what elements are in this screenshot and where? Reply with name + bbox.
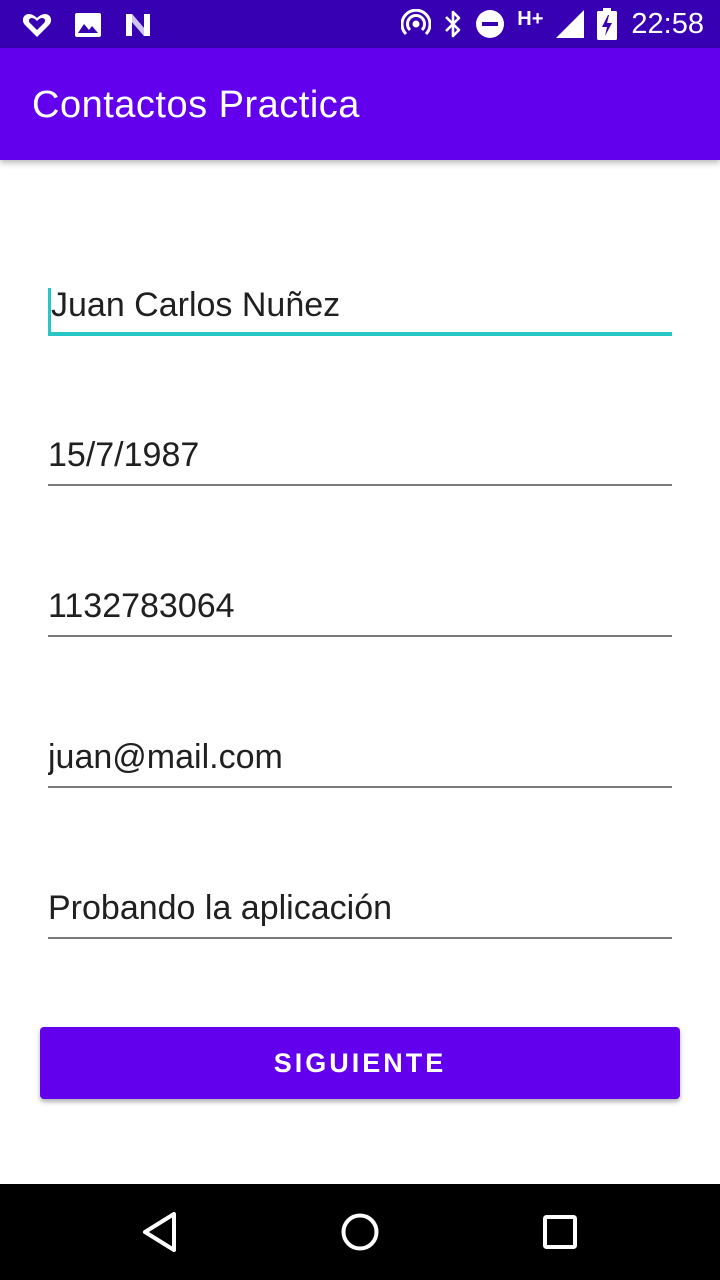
phone-field-container: [48, 577, 672, 637]
status-time: 22:58: [631, 8, 704, 40]
battery-charging-icon: [597, 8, 618, 40]
system-icons: H+ 22:58: [401, 8, 704, 40]
email-input[interactable]: [48, 728, 672, 786]
heart-app-icon: [22, 12, 52, 38]
description-input-underline: [48, 937, 672, 939]
phone-input-underline: [48, 635, 672, 637]
signal-icon: [555, 9, 585, 39]
name-input[interactable]: [48, 276, 672, 334]
birthdate-input[interactable]: [48, 426, 672, 484]
app-bar: Contactos Practica: [0, 48, 720, 160]
navigation-bar: [0, 1184, 720, 1280]
next-button[interactable]: SIGUIENTE: [40, 1027, 680, 1099]
recents-icon: [543, 1215, 577, 1249]
text-cursor: [48, 288, 51, 336]
recents-button[interactable]: [536, 1208, 584, 1256]
screen: H+ 22:58 Contactos Practica Juan Carlos …: [0, 0, 720, 1280]
home-button[interactable]: [336, 1208, 384, 1256]
app-title: Contactos Practica: [32, 84, 360, 126]
n-app-icon: [124, 12, 152, 38]
notification-icons: [22, 10, 152, 40]
birthdate-input-underline: [48, 484, 672, 486]
back-icon: [143, 1212, 176, 1252]
image-icon: [74, 12, 102, 38]
bluetooth-icon: [443, 9, 463, 39]
network-type: H+: [517, 8, 544, 30]
email-field-container: [48, 728, 672, 788]
name-field-container: [48, 276, 672, 336]
description-field-container: [48, 879, 672, 939]
name-input-underline: [48, 332, 672, 336]
email-input-underline: [48, 786, 672, 788]
do-not-disturb-icon: [475, 9, 505, 39]
back-button[interactable]: [136, 1208, 184, 1256]
phone-input[interactable]: [48, 577, 672, 635]
home-icon: [341, 1213, 379, 1251]
status-bar: H+ 22:58: [0, 0, 720, 48]
description-input[interactable]: [48, 879, 672, 937]
date-field-container: [48, 426, 672, 486]
hotspot-icon: [401, 9, 432, 39]
